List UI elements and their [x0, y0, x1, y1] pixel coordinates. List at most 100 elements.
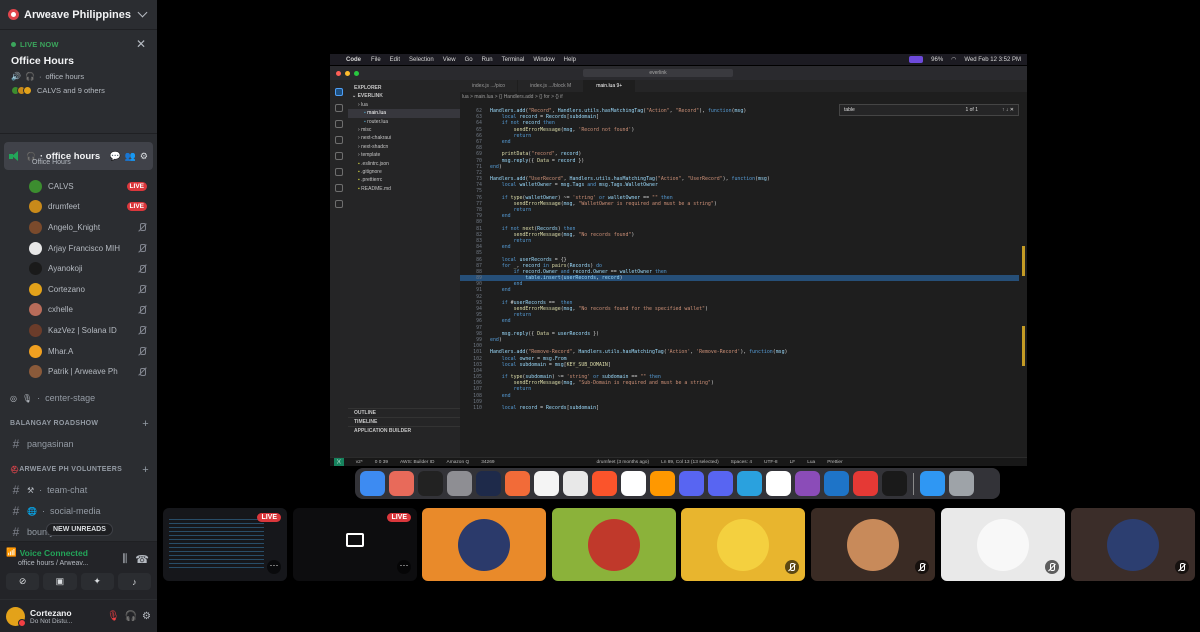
soundboard-button[interactable]: ♪ [117, 573, 151, 590]
hash-icon: # [12, 437, 20, 452]
avatar [29, 200, 42, 214]
sublime-icon [650, 471, 675, 496]
voice-user-name: Mhar.A [48, 346, 74, 356]
explorer-item: ▪ .gitignore [358, 168, 382, 175]
channel-center-stage[interactable]: ◎ 🎙 · center-stage [0, 388, 157, 409]
voice-user[interactable]: drumfeet LIVE [0, 197, 157, 218]
category-balangay-roadshow[interactable]: BALANGAY ROADSHOW + [0, 414, 157, 434]
server-logo-icon [8, 9, 19, 20]
voice-user[interactable]: Angelo_Knight [0, 217, 157, 238]
channel-pangasinan[interactable]: # pangasinan [0, 434, 157, 455]
voice-user-name: Angelo_Knight [48, 222, 101, 232]
add-channel-icon[interactable]: + [142, 464, 149, 476]
explorer-item: › template [358, 152, 381, 159]
live-badge: LIVE [126, 202, 147, 212]
avatar [588, 518, 640, 571]
voice-user[interactable]: KazVez | Solana ID [0, 320, 157, 341]
chat-bubble-icon[interactable]: 💬 [109, 151, 120, 161]
camera-off-icon: ⊘ [18, 576, 27, 586]
voice-user[interactable]: Mhar.A [0, 341, 157, 362]
participant-tile[interactable] [681, 508, 805, 581]
avatar [29, 282, 42, 296]
activities-button[interactable]: ✦ [80, 573, 114, 590]
avatar [1107, 518, 1159, 571]
status-item: Prettier [827, 459, 843, 465]
channel-team-chat[interactable]: # ⚒ · team-chat [0, 480, 157, 501]
server-name: Arweave Philippines [24, 8, 131, 21]
participant-avatars [11, 86, 32, 95]
microphone-muted-icon[interactable]: 🎙 [107, 611, 120, 622]
screen-share-button[interactable]: ▣ [43, 573, 77, 590]
gear-icon[interactable]: ⚙ [140, 151, 148, 161]
live-badge: LIVE [387, 513, 411, 522]
live-now-card[interactable]: LIVE NOW ✕ Office Hours 🔊 🎧 · office hou… [0, 30, 157, 134]
camera-off-button[interactable]: ⊘ [6, 573, 40, 590]
server-header[interactable]: Arweave Philippines [0, 0, 157, 30]
close-icon[interactable]: ✕ [136, 38, 146, 50]
battery-label: 96% [931, 56, 944, 63]
signal-icon: 📶 [6, 547, 17, 557]
voice-user[interactable]: cxhelle [0, 300, 157, 321]
voice-user[interactable]: Arjay Francisco MIH [0, 238, 157, 259]
explorer-item: › lua [358, 101, 368, 108]
chevron-down-icon[interactable] [137, 7, 148, 18]
avatar[interactable] [6, 606, 26, 627]
editor-tab: index.js .../block M [518, 80, 585, 92]
participant-tile[interactable] [422, 508, 546, 581]
trash-icon [949, 471, 974, 496]
menubar-app: Code [346, 56, 361, 63]
terminal-icon [882, 471, 907, 496]
hash-icon: # [12, 504, 20, 519]
status-item: AWS: Builder ID [400, 459, 435, 465]
telegram-icon [737, 471, 762, 496]
mac-menubar: Code File Edit Selection View Go Run Terminal W… [330, 54, 1027, 65]
avatar [29, 323, 42, 337]
noise-suppression-icon[interactable]: ⫼ [122, 553, 127, 566]
microphone-muted-icon [137, 284, 147, 294]
avatar [847, 518, 899, 571]
voice-user[interactable]: Cortezano [0, 279, 157, 300]
participant-tile[interactable] [1071, 508, 1195, 581]
disconnect-icon[interactable]: ☎ [135, 553, 149, 566]
stream-tile[interactable]: LIVE ··· [293, 508, 417, 581]
add-channel-icon[interactable]: + [142, 418, 149, 430]
voice-user-name: Patrik | Arweave Ph [48, 367, 118, 377]
participant-tile[interactable] [941, 508, 1065, 581]
voice-user[interactable]: CALVS LIVE [0, 176, 157, 197]
more-options-icon[interactable]: ··· [397, 560, 411, 574]
participant-tile[interactable] [552, 508, 676, 581]
editor-tab: index.js .../pico [460, 80, 519, 92]
more-options-icon[interactable]: ··· [267, 560, 281, 574]
zoom-window-icon [354, 70, 359, 76]
menubar-menu-item: File [371, 56, 381, 63]
status-item: Amazon Q [446, 459, 470, 465]
live-card-title: Office Hours [11, 55, 75, 67]
participant-tile[interactable] [811, 508, 935, 581]
category-arweave-ph-volunteers[interactable]: ⛑ ARWEAVE PH VOLUNTEERS + [0, 460, 157, 480]
status-item: v2* [355, 459, 363, 465]
vscode-activity-bar [330, 80, 348, 457]
headset-icon[interactable]: 🎧 [125, 611, 137, 622]
headset-icon: 🎧 [24, 72, 35, 81]
vscode-titlebar: everlink [330, 66, 1027, 80]
user-info[interactable]: Cortezano Do Not Distu... [30, 608, 102, 625]
menubar-menu-item: Help [563, 56, 577, 63]
voice-user[interactable]: Ayanokoji [0, 258, 157, 279]
command-search: everlink [583, 69, 733, 77]
channel-social-media[interactable]: # 🌐 · social-media [0, 501, 157, 522]
add-member-icon[interactable]: 👥 [125, 151, 136, 161]
explorer-item: › next-chakraui [358, 135, 392, 142]
server-sidebar: Arweave Philippines LIVE NOW ✕ Office Ho… [0, 0, 157, 632]
status-item: 0 0 39 [374, 459, 389, 465]
gear-icon[interactable]: ⚙ [142, 611, 151, 622]
stage-icon: ◎ [10, 393, 17, 403]
voice-channel-office-hours[interactable]: 🎧 · office hours 💬 👥 ⚙ Office Hours [4, 142, 153, 170]
new-unreads-pill[interactable]: NEW UNREADS [46, 523, 113, 536]
microphone-muted-icon [137, 305, 147, 315]
microphone-muted-icon [1175, 560, 1189, 574]
menubar-menu-item: Go [464, 56, 473, 63]
stream-tile[interactable]: LIVE ··· [163, 508, 287, 581]
voice-user[interactable]: Patrik | Arweave Ph [0, 361, 157, 382]
explorer-item: › misc [358, 126, 372, 133]
explorer-item: › next-shadcn [358, 143, 389, 150]
